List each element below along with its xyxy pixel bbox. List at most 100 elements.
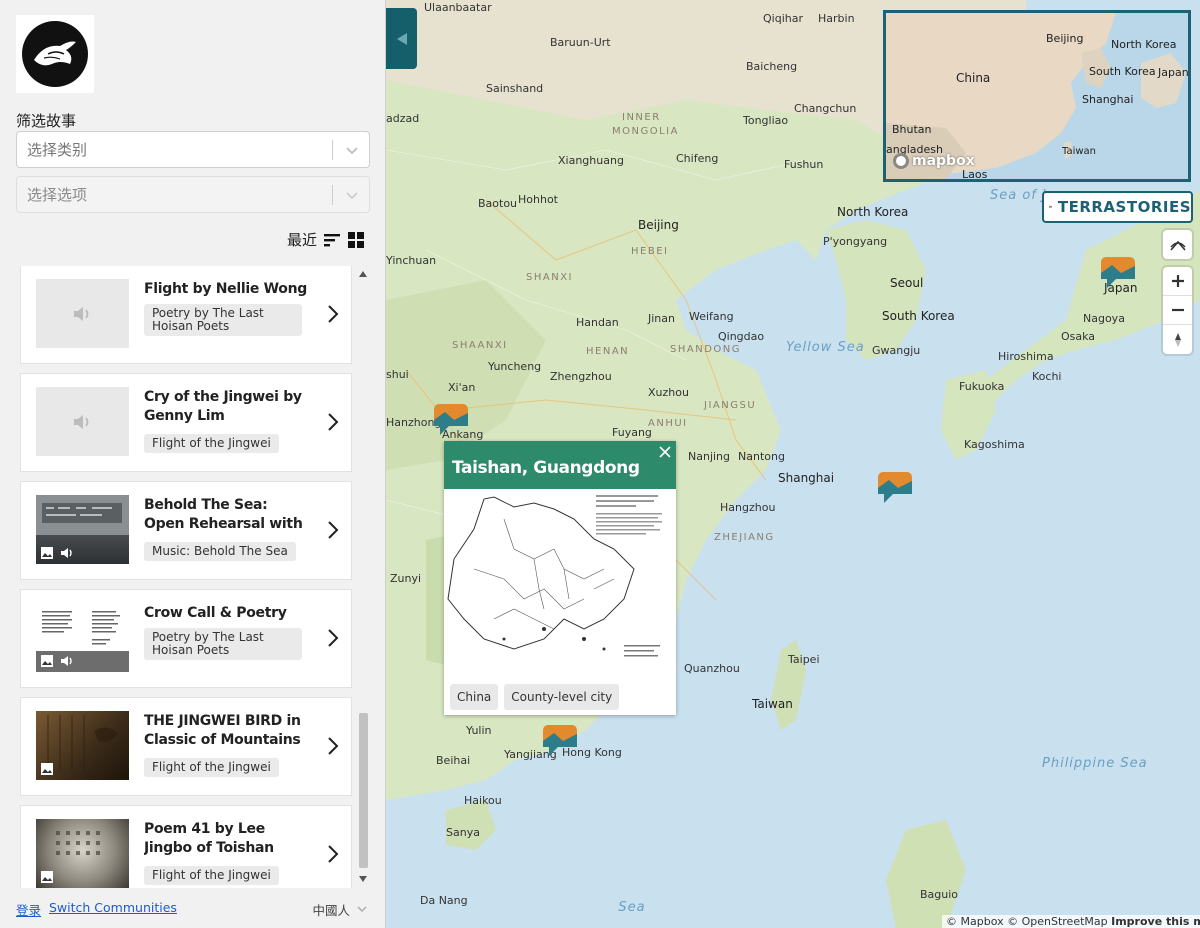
close-icon[interactable] [656,443,674,461]
story-marker-icon[interactable] [434,404,468,436]
caret-left-icon [396,32,407,45]
media-badges [40,870,54,884]
community-logo[interactable] [16,15,94,93]
map-label-city: Ulaanbaatar [424,1,492,14]
story-thumbnail [36,711,129,780]
sort-icon[interactable] [323,231,341,249]
chevron-down-icon[interactable] [345,143,359,157]
media-badges [40,762,54,776]
mapbox-logo[interactable]: mapbox [893,153,975,169]
minimap-label: North Korea [1111,38,1177,51]
compass-icon [1174,332,1181,347]
map-label-city: Taiwan [752,697,793,711]
media-badges [40,654,74,668]
story-card[interactable]: Cry of the Jingwei by Genny Lim Flight o… [20,373,352,472]
option-placeholder: 选择选项 [27,186,88,204]
view-control-group [1163,230,1192,259]
compass-button[interactable] [1163,325,1192,354]
attribution-improve-link[interactable]: Improve this map [1111,915,1200,928]
chevron-right-icon[interactable] [327,844,339,864]
story-card[interactable]: Behold The Sea: Open Rehearsal with Erik… [20,481,352,580]
story-list-scrollbar[interactable] [356,266,370,888]
speaker-icon [61,548,72,558]
select-separator [332,140,333,160]
scroll-thumb[interactable] [359,713,368,868]
map-label-city: Hohhot [518,193,558,206]
map-label-city: Fushun [784,158,824,171]
sort-controls: 最近 [287,229,365,250]
scroll-down-icon[interactable] [359,876,367,882]
image-icon [41,655,53,667]
chevron-down-icon[interactable] [356,903,368,915]
map-label-city: Da Nang [420,894,468,907]
zoom-out-button[interactable] [1163,296,1192,325]
map-label-city: Shanghai [778,471,835,485]
scroll-up-icon[interactable] [359,271,367,277]
map-label-region: JIANGSU [704,400,757,411]
collapse-sidebar-button[interactable] [386,8,417,69]
chevron-right-icon[interactable] [327,628,339,648]
chevron-right-icon[interactable] [327,412,339,432]
story-marker-icon[interactable] [1101,257,1135,289]
map-label-city: Baicheng [746,60,798,73]
map-label-sea: Philippine Sea [1042,756,1148,771]
login-link[interactable]: 登录 [16,900,41,919]
zoom-in-button[interactable] [1163,267,1192,296]
minimap-label: Taiwan [1062,146,1097,157]
attribution-mapbox[interactable]: © Mapbox [946,915,1004,928]
story-card[interactable]: Crow Call & Poetry Poetry by The Last Ho… [20,589,352,688]
map-label-city: Chifeng [676,152,719,165]
story-marker-icon[interactable] [543,725,577,757]
image-icon [41,547,53,559]
minimap-label: South Korea [1089,65,1156,78]
story-thumbnail [36,279,129,348]
terrastories-logo[interactable]: TERRASTORIES [1042,191,1193,223]
speaker-icon [61,656,72,666]
story-category-chip: Flight of the Jingwei [144,866,279,885]
chevron-right-icon[interactable] [327,520,339,540]
minimap-label: Laos [962,168,988,181]
story-title: Crow Call & Poetry [144,605,287,621]
map-label-city: Beihai [436,754,471,767]
place-image [444,489,676,672]
story-marker-icon[interactable] [878,472,912,504]
story-title: Cry of the Jingwei by Genny Lim [144,389,302,424]
map-label-city: Taipei [788,653,820,666]
attribution-osm[interactable]: © OpenStreetMap [1007,915,1108,928]
language-select[interactable]: 中國人 [312,900,350,919]
map-label-city: Xianghuang [558,154,624,167]
category-select[interactable]: 选择类别 [16,131,370,168]
minimap-label: Beijing [1046,32,1084,45]
story-card[interactable]: THE JINGWEI BIRD in Classic of Mountains… [20,697,352,796]
sort-label[interactable]: 最近 [287,229,317,250]
switch-communities-link[interactable]: Switch Communities [49,900,177,915]
mountain-icon [1169,240,1186,251]
map-label-city: shui [386,368,409,381]
chevron-right-icon[interactable] [327,304,339,324]
story-card[interactable]: Flight by Nellie Wong Poetry by The Last… [20,266,352,364]
map-label-city: Tongliao [743,114,789,127]
option-select[interactable]: 选择选项 [16,176,370,213]
map-label-city: Sainshand [486,82,544,95]
chevron-down-icon[interactable] [345,188,359,202]
grid-view-icon[interactable] [347,231,365,249]
story-title: Behold The Sea: Open Rehearsal with Erik… [144,497,303,532]
story-card[interactable]: Poem 41 by Lee Jingbo of Toishan Flight … [20,805,352,888]
map-style-button[interactable] [1163,230,1192,259]
category-placeholder: 选择类别 [27,141,88,159]
chevron-right-icon[interactable] [327,736,339,756]
filter-title: 筛选故事 [16,112,77,130]
minimap-label: Bhutan [892,123,932,136]
story-title: Flight by Nellie Wong [144,281,307,297]
map-label-region: INNER [622,112,661,123]
minimap-label: China [956,71,991,85]
logo-emblem [22,21,88,87]
select-separator [332,185,333,205]
map-label-city: Nagoya [1083,312,1125,325]
story-thumbnail [36,819,129,888]
story-list[interactable]: Flight by Nellie Wong Poetry by The Last… [20,266,352,888]
image-icon [41,763,53,775]
terrastories-wordmark: TERRASTORIES [1057,198,1191,216]
place-popup: Taishan, Guangdong China County-level ci… [444,441,676,715]
map-label-city: Zunyi [390,572,422,585]
